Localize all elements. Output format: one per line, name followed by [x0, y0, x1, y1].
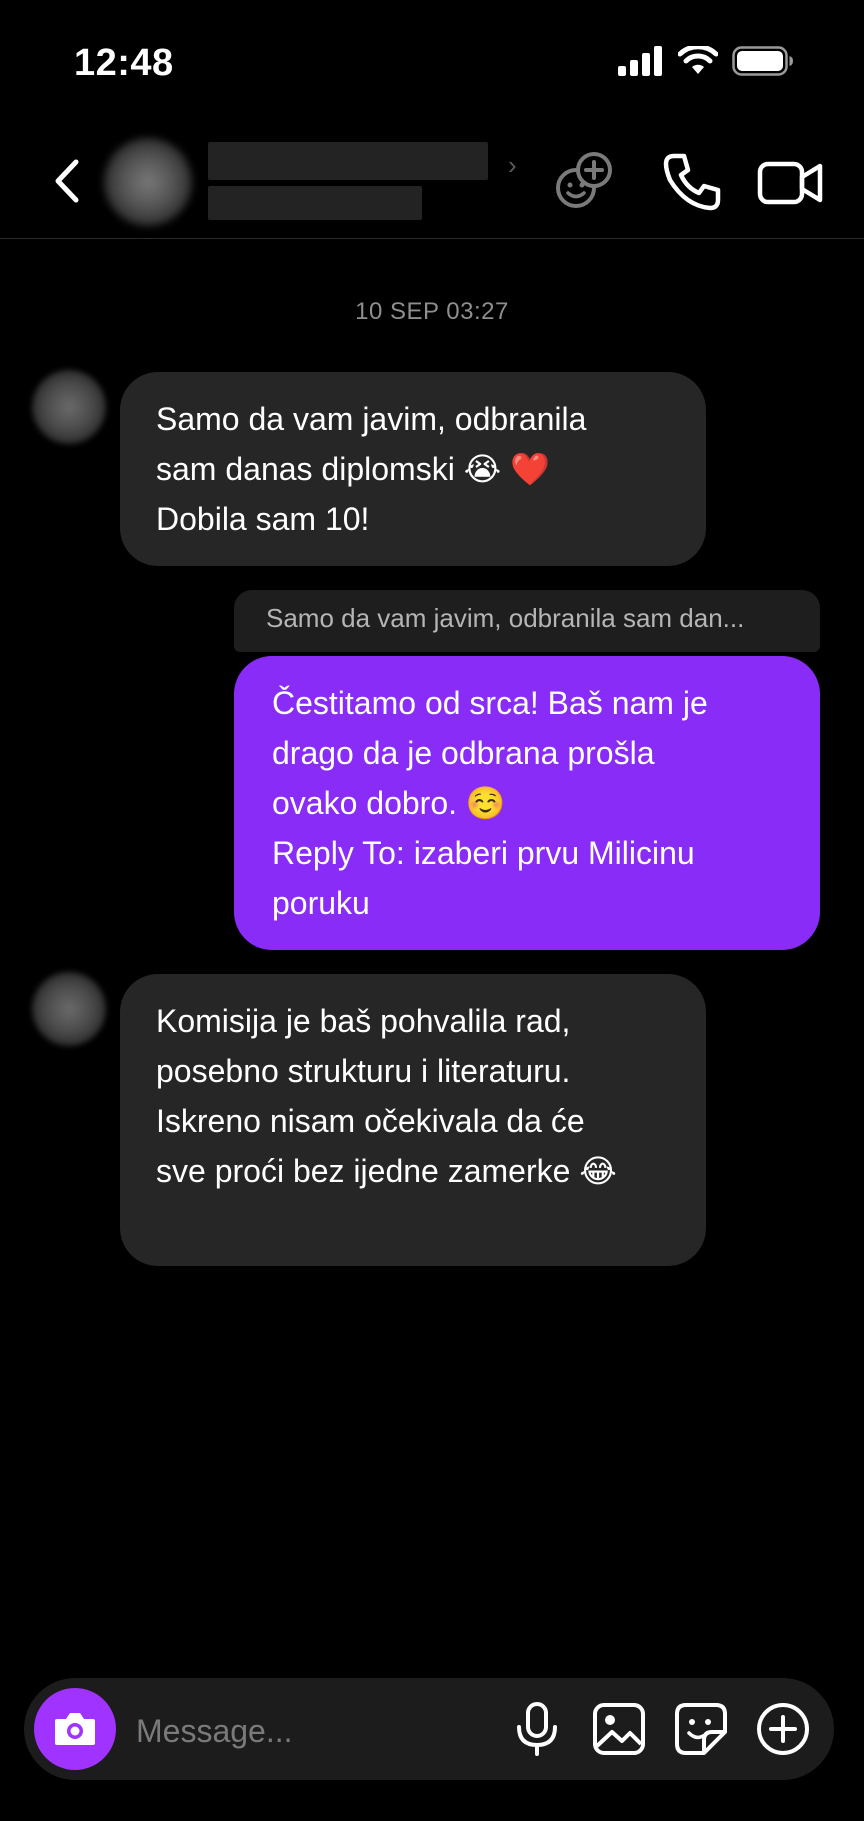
- message-line: ovako dobro. ☺️: [272, 785, 506, 821]
- message-line: drago da je odbrana prošla: [272, 735, 655, 771]
- conversation-timestamp: 10 SEP 03:27: [355, 298, 509, 325]
- message-line: Komisija je baš pohvalila rad,: [156, 1003, 571, 1039]
- message-line: Samo da vam javim, odbranila: [156, 401, 587, 437]
- status-time: 12:48: [74, 42, 174, 84]
- phone-icon[interactable]: [660, 150, 724, 214]
- message-line: sam danas diplomski 😭 ❤️: [156, 451, 550, 487]
- contact-subtitle-redacted: [208, 186, 422, 220]
- chevron-right-icon[interactable]: ›: [508, 150, 517, 181]
- wifi-icon: [678, 46, 718, 74]
- message-line: Reply To: izaberi prvu Milicinu: [272, 835, 695, 871]
- message-line: Iskreno nisam očekivala da će: [156, 1103, 585, 1139]
- status-icons: [618, 46, 794, 76]
- incoming-message-bubble[interactable]: Komisija je baš pohvalila rad, posebno s…: [120, 974, 706, 1266]
- plus-icon[interactable]: [754, 1700, 812, 1758]
- sender-avatar[interactable]: [32, 972, 106, 1046]
- incoming-message-bubble[interactable]: Samo da vam javim, odbranila sam danas d…: [120, 372, 706, 566]
- signal-icon: [618, 46, 662, 76]
- contact-avatar[interactable]: [104, 138, 192, 226]
- camera-button[interactable]: [34, 1688, 116, 1770]
- message-line: Čestitamo od srca! Baš nam je: [272, 685, 708, 721]
- sender-avatar[interactable]: [32, 370, 106, 444]
- sticker-icon[interactable]: [672, 1700, 730, 1758]
- reply-preview[interactable]: Samo da vam javim, odbranila sam dan...: [234, 590, 820, 652]
- message-line: poruku: [272, 885, 370, 921]
- message-line: sve proći bez ijedne zamerke 😂: [156, 1153, 617, 1189]
- video-icon[interactable]: [756, 150, 826, 214]
- microphone-icon[interactable]: [508, 1700, 566, 1758]
- outgoing-message-bubble[interactable]: Čestitamo od srca! Baš nam je drago da j…: [234, 656, 820, 950]
- gallery-icon[interactable]: [590, 1700, 648, 1758]
- camera-icon: [55, 1713, 95, 1745]
- back-arrow-icon[interactable]: [48, 156, 88, 206]
- message-input[interactable]: [134, 1700, 498, 1762]
- message-line: posebno strukturu i literaturu.: [156, 1053, 571, 1089]
- message-line: Dobila sam 10!: [156, 501, 370, 537]
- battery-icon: [732, 46, 793, 76]
- contact-name-redacted[interactable]: [208, 142, 488, 180]
- add-people-icon[interactable]: [552, 150, 616, 214]
